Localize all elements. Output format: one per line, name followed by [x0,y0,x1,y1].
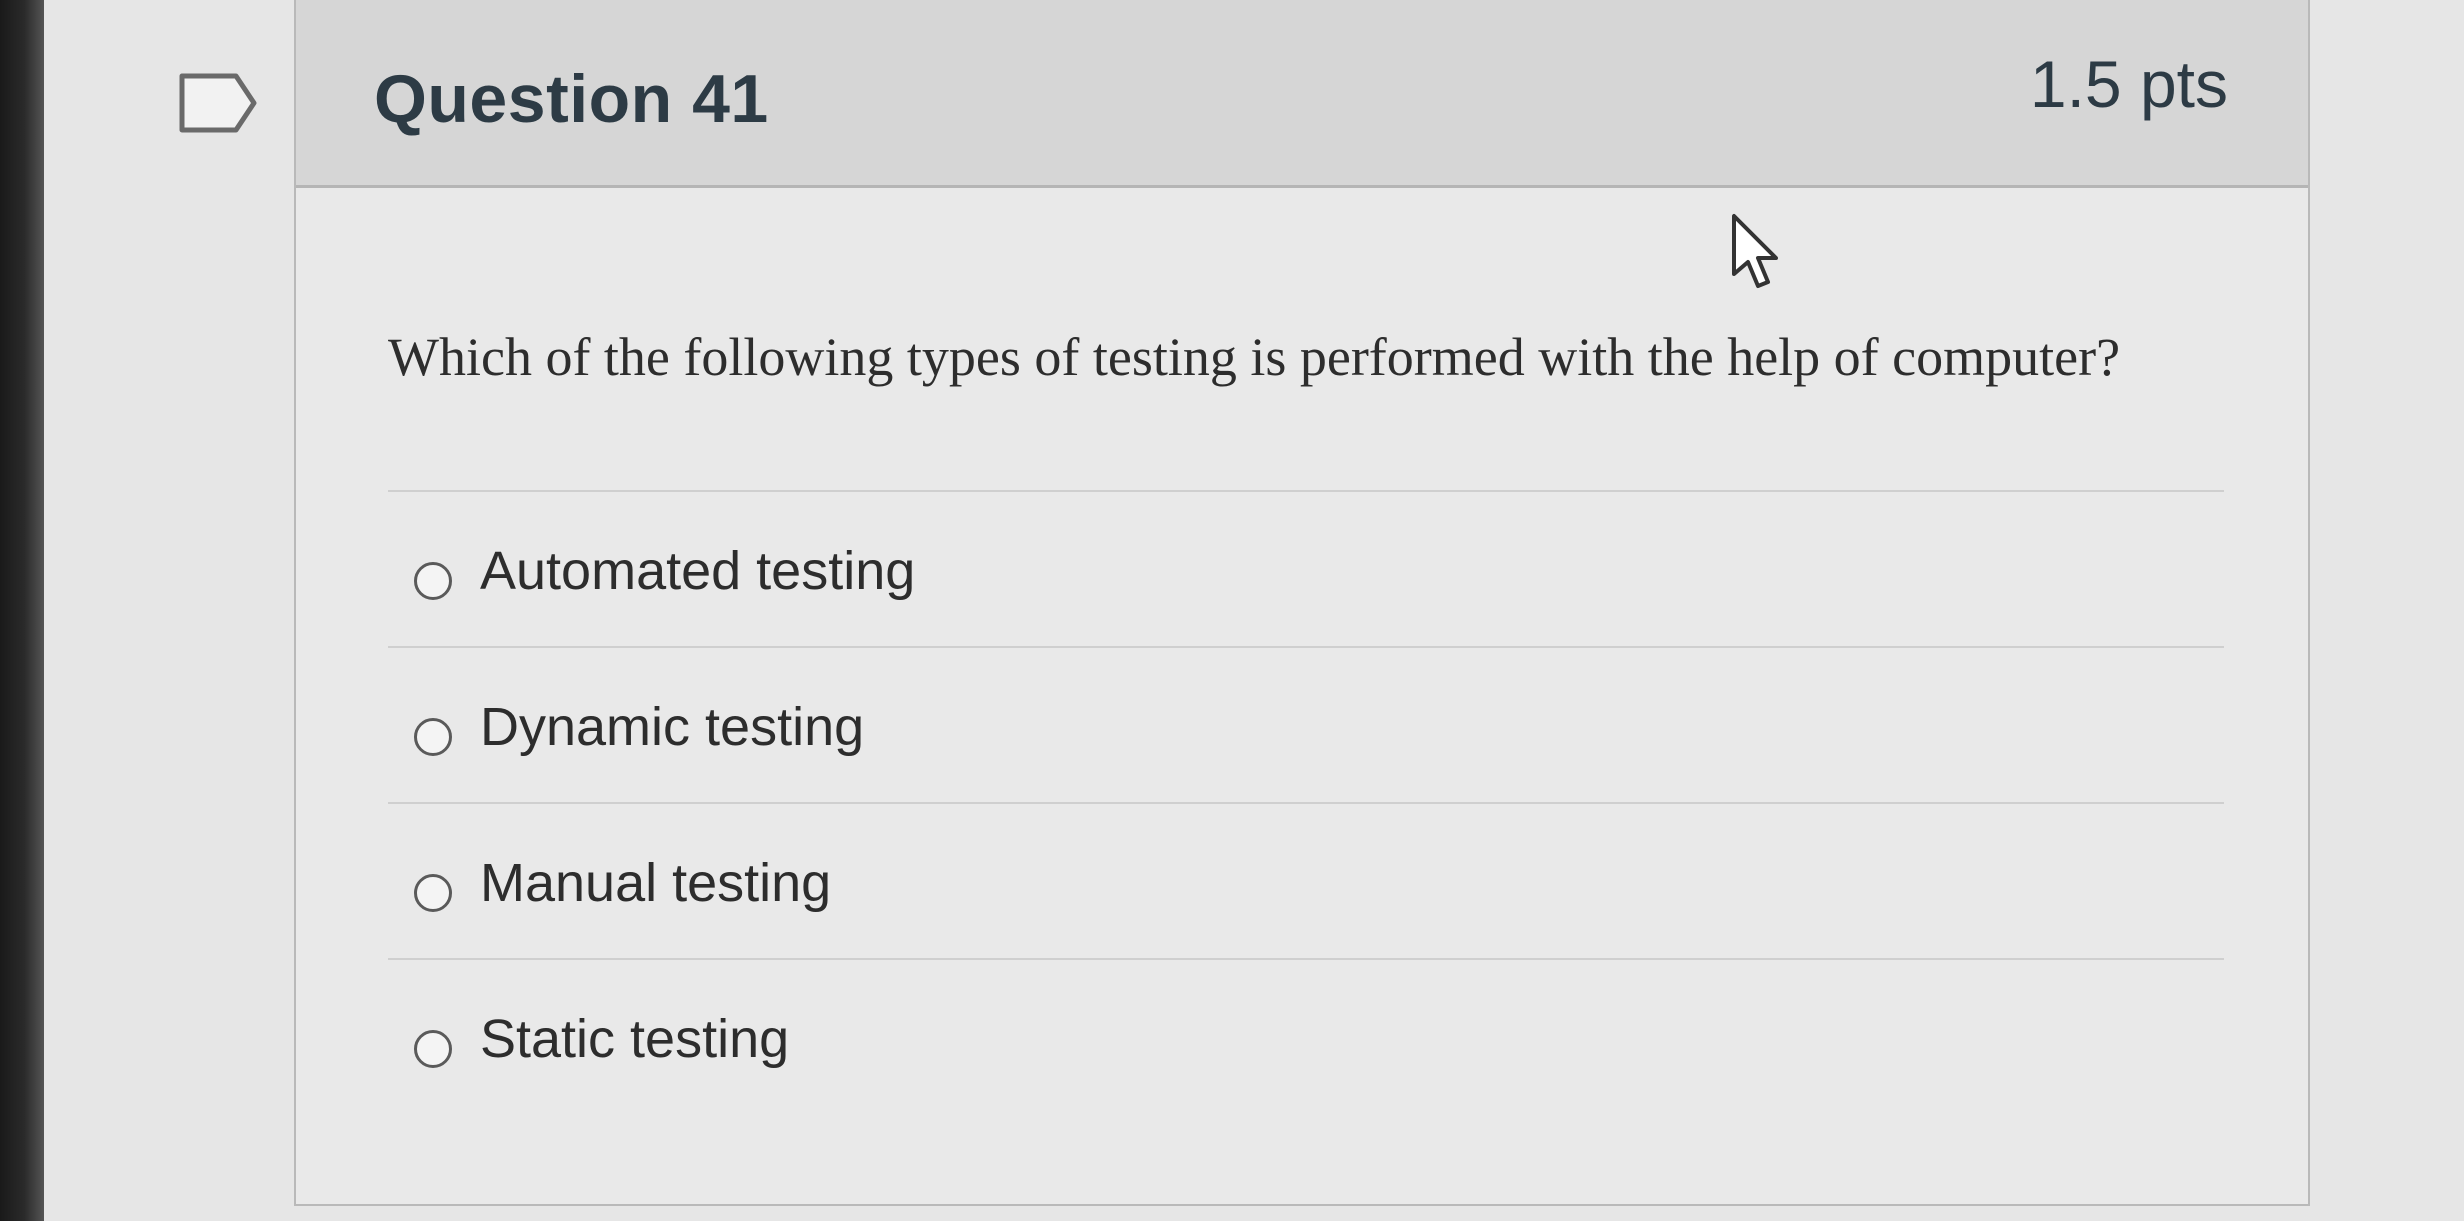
radio-button[interactable] [414,1030,452,1068]
radio-button[interactable] [414,562,452,600]
answer-label[interactable]: Automated testing [480,540,915,602]
screen-bezel [0,0,44,1221]
answer-label[interactable]: Static testing [480,1008,789,1070]
answer-option-manual[interactable]: Manual testing [388,802,2224,958]
answer-list: Automated testing Dynamic testing Manual… [388,490,2224,1114]
mouse-pointer-icon [1732,214,1778,288]
question-header: Question 41 1.5 pts [296,0,2308,188]
answer-option-static[interactable]: Static testing [388,958,2224,1114]
question-prompt: Which of the following types of testing … [388,327,2121,387]
question-title: Question 41 [374,61,769,137]
answer-label[interactable]: Manual testing [480,852,831,914]
radio-button[interactable] [414,874,452,912]
radio-button[interactable] [414,718,452,756]
answer-option-automated[interactable]: Automated testing [388,490,2224,646]
answer-label[interactable]: Dynamic testing [480,696,864,758]
question-card: Question 41 1.5 pts Which of the followi… [294,0,2310,1206]
flag-question-icon[interactable] [178,72,258,134]
question-points: 1.5 pts [2029,47,2228,121]
answer-option-dynamic[interactable]: Dynamic testing [388,646,2224,802]
quiz-page: Question 41 1.5 pts Which of the followi… [44,0,2464,1221]
